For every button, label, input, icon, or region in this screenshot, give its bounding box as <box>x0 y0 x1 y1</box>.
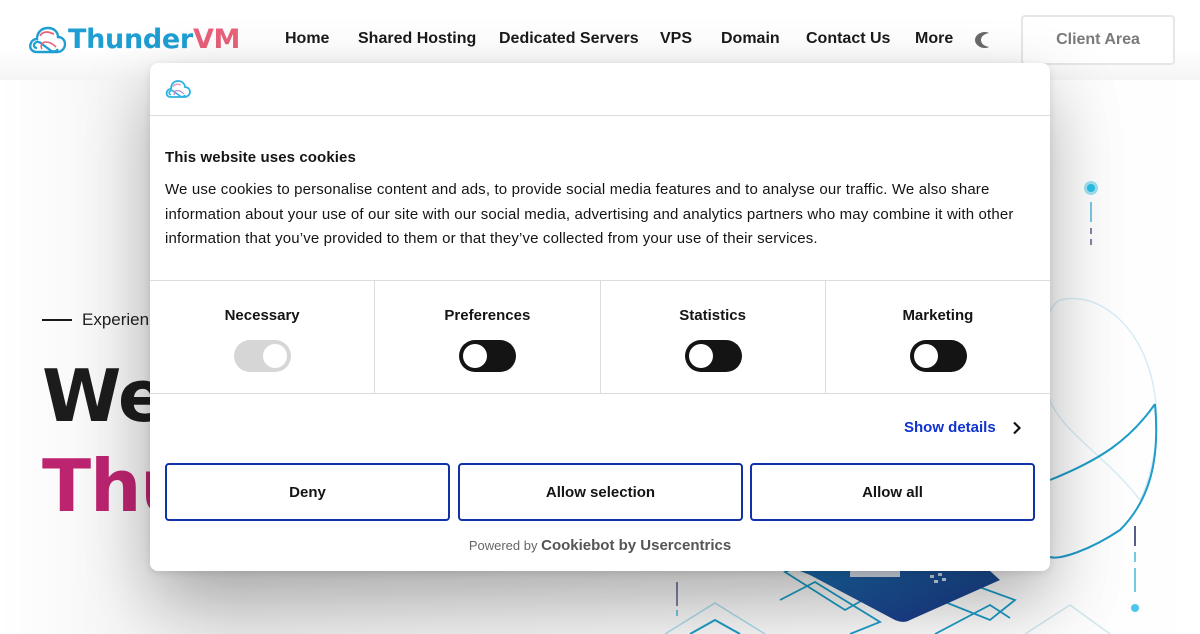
nav-dedicated-servers[interactable]: Dedicated Servers <box>499 30 639 48</box>
category-preferences: Preferences <box>375 281 601 393</box>
allow-all-button[interactable]: Allow all <box>750 463 1035 521</box>
moon-icon[interactable] <box>974 31 990 49</box>
category-label: Marketing <box>902 307 974 324</box>
show-details-link[interactable]: Show details <box>904 419 996 436</box>
cloud-logo-icon <box>165 80 191 98</box>
toggle-knob <box>463 344 488 368</box>
marketing-toggle[interactable] <box>909 340 967 372</box>
hero-kicker: Experien <box>82 310 150 329</box>
hero-heading-line1: We <box>42 354 167 438</box>
nav-domain[interactable]: Domain <box>721 30 780 48</box>
category-marketing: Marketing <box>826 281 1050 393</box>
nav-contact-us[interactable]: Contact Us <box>806 30 890 48</box>
dialog-header <box>150 63 1050 116</box>
chevron-right-icon[interactable] <box>1012 421 1022 435</box>
toggle-knob <box>913 344 938 368</box>
category-label: Statistics <box>679 307 746 324</box>
nav-home[interactable]: Home <box>285 30 329 48</box>
brand-name: ThunderVM <box>68 23 241 55</box>
client-area-button[interactable]: Client Area <box>1021 15 1175 65</box>
consent-categories: Necessary Preferences Statistics Marketi… <box>150 280 1050 394</box>
allow-selection-button[interactable]: Allow selection <box>458 463 743 521</box>
category-label: Necessary <box>224 307 300 324</box>
preferences-toggle[interactable] <box>459 340 517 372</box>
powered-by: Powered by Cookiebot by Usercentrics <box>150 537 1050 554</box>
category-label: Preferences <box>444 307 531 324</box>
category-necessary: Necessary <box>150 281 376 393</box>
cookie-consent-dialog: This website uses cookies We use cookies… <box>150 63 1050 571</box>
dialog-title: This website uses cookies <box>165 149 356 166</box>
necessary-toggle <box>234 340 292 372</box>
nav-shared-hosting[interactable]: Shared Hosting <box>358 30 476 48</box>
dialog-description: We use cookies to personalise content an… <box>165 181 1014 247</box>
statistics-toggle[interactable] <box>684 340 742 372</box>
brand-logo[interactable]: ThunderVM <box>28 22 240 56</box>
category-statistics: Statistics <box>601 281 826 393</box>
nav-vps[interactable]: VPS <box>660 30 692 48</box>
cloud-logo-icon <box>29 26 66 54</box>
hero-kicker-dash <box>42 319 72 321</box>
deny-button[interactable]: Deny <box>165 463 450 521</box>
powered-by-prefix: Powered by <box>468 538 538 553</box>
cookiebot-link[interactable]: Cookiebot by Usercentrics <box>541 537 731 554</box>
toggle-knob <box>688 344 713 368</box>
nav-more[interactable]: More <box>915 30 953 48</box>
toggle-knob <box>263 344 288 368</box>
